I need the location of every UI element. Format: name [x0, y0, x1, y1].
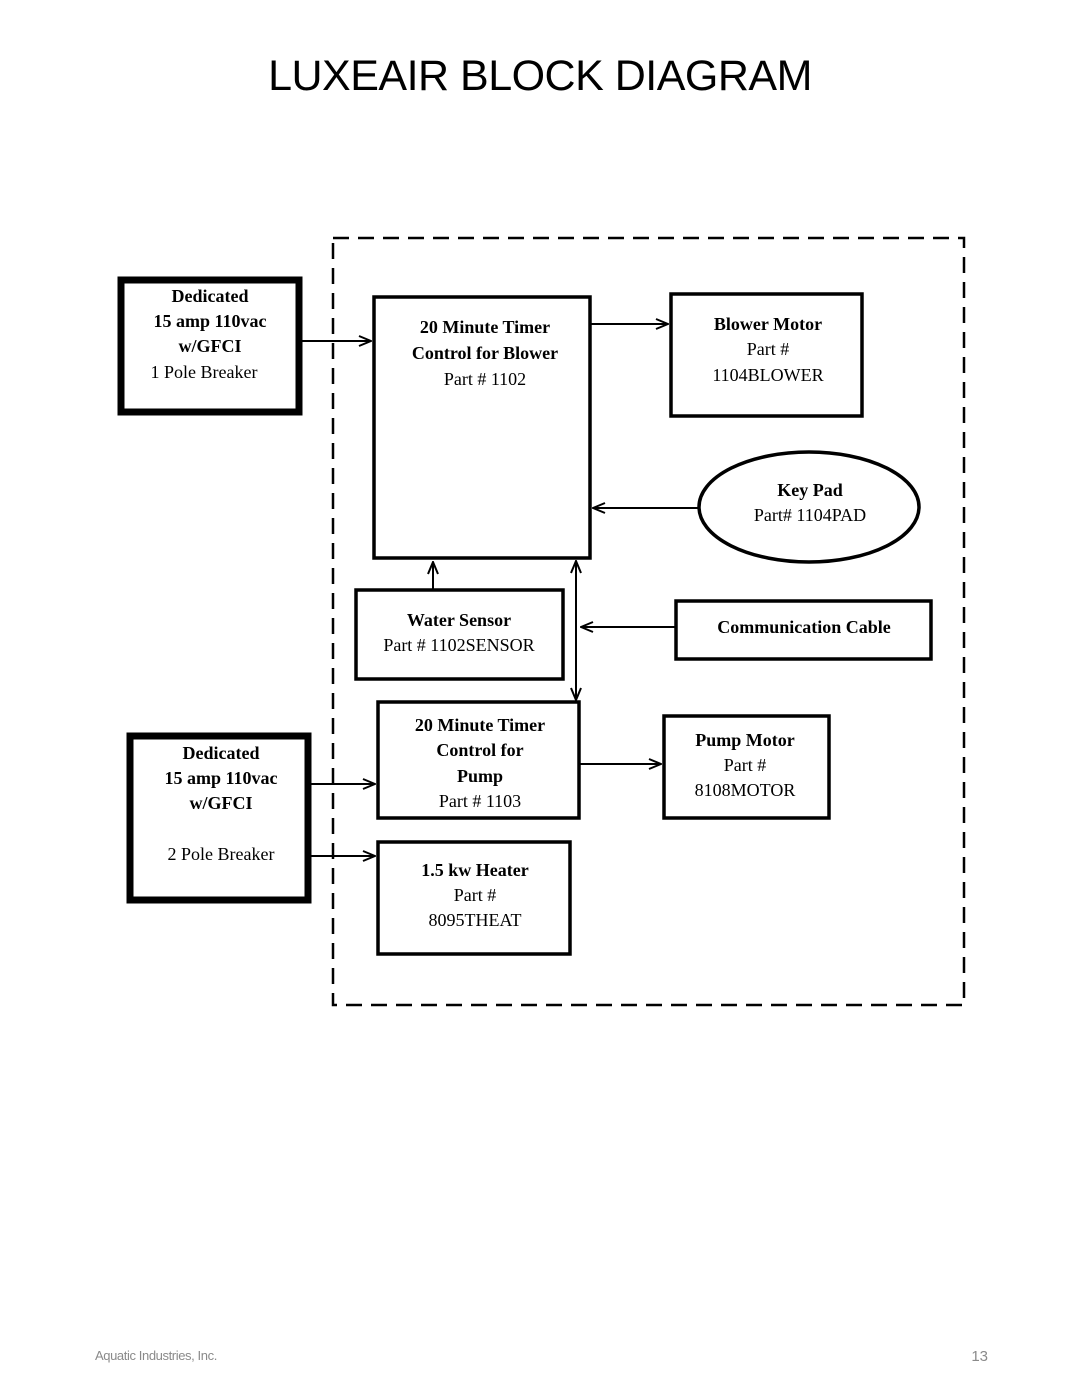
- blower-motor-line-1: Blower Motor: [714, 314, 822, 334]
- blower-motor-line-3: 1104BLOWER: [712, 365, 823, 385]
- power2-line-2: 15 amp 110vac: [164, 768, 277, 788]
- power1-line-1: Dedicated: [172, 286, 249, 306]
- power1-line-4: 1 Pole Breaker: [151, 362, 258, 382]
- pump-timer-line-4: Part # 1103: [439, 791, 521, 811]
- power2-line-3: w/GFCI: [190, 793, 253, 813]
- heater: 1.5 kw Heater Part # 8095THEAT: [376, 840, 572, 956]
- blower-timer-line-3: Part # 1102: [444, 369, 526, 389]
- power2-line-1: Dedicated: [183, 743, 260, 763]
- key-pad: Key Pad Part# 1104PAD: [697, 450, 921, 564]
- blower-motor: Blower Motor Part # 1104BLOWER: [669, 292, 864, 418]
- power1-line-2: 15 amp 110vac: [153, 311, 266, 331]
- comm-cable-line-1: Communication Cable: [717, 617, 891, 637]
- blower-timer-line-1: 20 Minute Timer: [420, 317, 550, 337]
- block-diagram: Dedicated 15 amp 110vac w/GFCI 1 Pole Br…: [117, 236, 966, 1007]
- power2-line-4: 2 Pole Breaker: [168, 844, 275, 864]
- pump-timer-line-3: Pump: [457, 766, 503, 786]
- water-sensor: Water Sensor Part # 1102SENSOR: [354, 588, 565, 681]
- blower-timer-control: 20 Minute Timer Control for Blower Part …: [372, 295, 592, 560]
- pump-motor-line-2: Part #: [724, 755, 767, 775]
- power1-line-3: w/GFCI: [179, 336, 242, 356]
- blower-motor-line-2: Part #: [747, 339, 790, 359]
- heater-line-3: 8095THEAT: [429, 910, 522, 930]
- pump-motor: Pump Motor Part # 8108MOTOR: [662, 714, 831, 820]
- pump-motor-line-1: Pump Motor: [695, 730, 794, 750]
- pump-timer-line-2: Control for: [436, 740, 523, 760]
- blower-timer-line-2: Control for Blower: [412, 343, 558, 363]
- heater-line-2: Part #: [454, 885, 497, 905]
- pump-timer-control: 20 Minute Timer Control for Pump Part # …: [376, 700, 581, 820]
- communication-cable: Communication Cable: [674, 599, 933, 661]
- footer-company: Aquatic Industries, Inc.: [95, 1348, 217, 1363]
- power-supply-1: Dedicated 15 amp 110vac w/GFCI 1 Pole Br…: [117, 276, 303, 416]
- pump-timer-line-1: 20 Minute Timer: [415, 715, 545, 735]
- heater-line-1: 1.5 kw Heater: [421, 860, 528, 880]
- key-pad-line-2: Part# 1104PAD: [754, 505, 866, 525]
- water-sensor-line-2: Part # 1102SENSOR: [383, 635, 534, 655]
- pump-motor-line-3: 8108MOTOR: [695, 780, 796, 800]
- power-supply-2: Dedicated 15 amp 110vac w/GFCI 2 Pole Br…: [126, 732, 312, 904]
- page-number: 13: [971, 1348, 988, 1365]
- water-sensor-line-1: Water Sensor: [407, 610, 511, 630]
- key-pad-line-1: Key Pad: [777, 480, 843, 500]
